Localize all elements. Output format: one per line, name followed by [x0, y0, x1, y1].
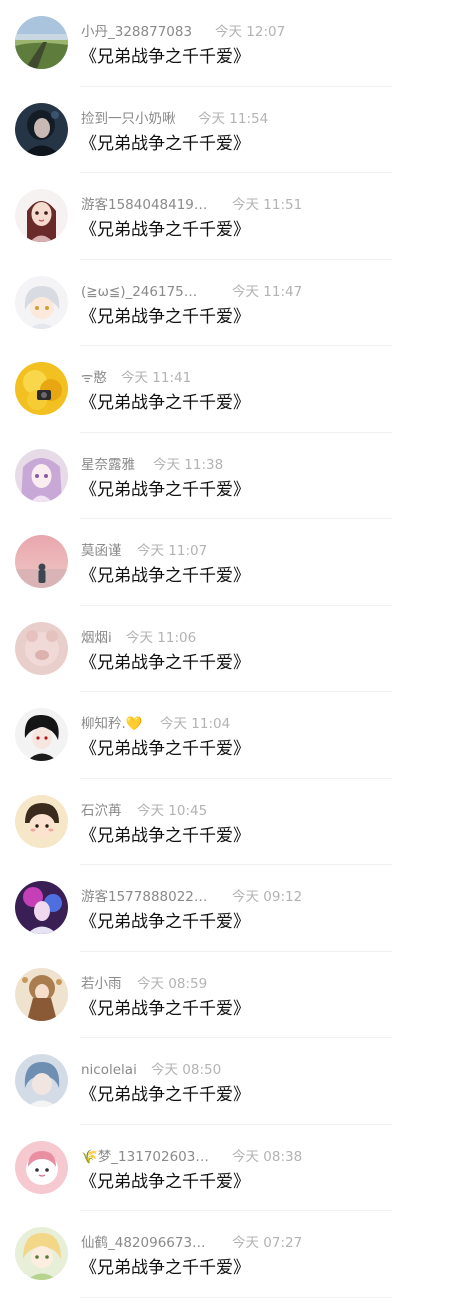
timestamp: 今天 12:07: [215, 24, 286, 40]
avatar[interactable]: [15, 967, 68, 1021]
avatar[interactable]: [15, 1140, 68, 1194]
avatar[interactable]: [15, 708, 68, 761]
comment-meta: 莫函谨 今天 11:07: [81, 541, 311, 561]
timestamp: 今天 08:38: [232, 1148, 303, 1165]
avatar[interactable]: [15, 16, 68, 69]
comment-text: 《兄弟战争之千千爱》: [80, 306, 250, 327]
list-item[interactable]: 莫函谨 今天 11:07 《兄弟战争之千千爱》: [0, 519, 462, 606]
timestamp: 今天 11:47: [232, 283, 303, 300]
comment-meta: 若小雨 今天 08:59: [81, 974, 311, 994]
username[interactable]: ᯤ憨: [81, 368, 107, 388]
username[interactable]: 小丹_328877083: [81, 22, 192, 42]
avatar[interactable]: [15, 881, 68, 934]
timestamp: 今天 11:06: [126, 629, 197, 646]
username[interactable]: (≧ω≦)_246175…: [81, 282, 197, 302]
list-item[interactable]: 游客1577888022… 今天 09:12 《兄弟战争之千千爱》: [0, 865, 462, 952]
username[interactable]: 捡到一只小奶啾: [81, 109, 176, 129]
comment-meta: 🌾梦_131702603… 今天 08:38: [81, 1147, 311, 1167]
list-item[interactable]: 捡到一只小奶啾 今天 11:54 《兄弟战争之千千爱》: [0, 87, 462, 174]
list-item[interactable]: (≧ω≦)_246175… 今天 11:47 《兄弟战争之千千爱》: [0, 260, 462, 347]
comment-text: 《兄弟战争之千千爱》: [80, 566, 250, 586]
avatar[interactable]: [15, 189, 68, 242]
avatar[interactable]: [15, 1227, 68, 1280]
username[interactable]: nicolelai: [81, 1060, 137, 1080]
comment-meta: 小丹_328877083 今天 12:07: [81, 22, 311, 42]
comment-text: 《兄弟战争之千千爱》: [80, 133, 250, 154]
username[interactable]: 仙鹤_482096673…: [81, 1233, 206, 1253]
comment-text: 《兄弟战争之千千爱》: [80, 1258, 250, 1278]
comment-text: 《兄弟战争之千千爱》: [80, 998, 250, 1019]
comment-meta: (≧ω≦)_246175… 今天 11:47: [81, 282, 311, 302]
comment-meta: ᯤ憨 今天 11:41: [81, 368, 311, 388]
timestamp: 今天 11:07: [137, 543, 208, 559]
avatar[interactable]: [15, 621, 68, 675]
username[interactable]: 烟烟i: [81, 628, 112, 648]
comment-meta: 游客1584048419… 今天 11:51: [81, 195, 311, 215]
comment-text: 《兄弟战争之千千爱》: [80, 393, 250, 413]
username[interactable]: 柳知矜.💛: [81, 714, 143, 734]
username[interactable]: 游客1584048419…: [81, 195, 207, 215]
avatar[interactable]: [15, 794, 68, 848]
list-item[interactable]: 星奈露雅 今天 11:38 《兄弟战争之千千爱》: [0, 433, 462, 520]
comment-meta: 捡到一只小奶啾 今天 11:54: [81, 109, 311, 129]
username[interactable]: 莫函谨: [81, 541, 122, 561]
username[interactable]: 若小雨: [81, 974, 122, 994]
comment-meta: 柳知矜.💛 今天 11:04: [81, 714, 311, 734]
comment-text: 《兄弟战争之千千爱》: [80, 220, 250, 240]
comment-text: 《兄弟战争之千千爱》: [80, 1171, 250, 1192]
avatar[interactable]: [15, 535, 68, 588]
timestamp: 今天 09:12: [232, 889, 303, 905]
avatar[interactable]: [15, 362, 68, 415]
comment-text: 《兄弟战争之千千爱》: [80, 739, 250, 759]
comment-meta: 石泬苒 今天 10:45: [81, 801, 311, 821]
comment-text: 《兄弟战争之千千爱》: [80, 479, 250, 500]
avatar[interactable]: [15, 1054, 68, 1107]
timestamp: 今天 11:54: [198, 110, 269, 127]
comment-text: 《兄弟战争之千千爱》: [80, 825, 250, 846]
list-item[interactable]: 游客1584048419… 今天 11:51 《兄弟战争之千千爱》: [0, 173, 462, 260]
avatar[interactable]: [15, 102, 68, 156]
timestamp: 今天 08:59: [137, 975, 208, 992]
comment-meta: 烟烟i 今天 11:06: [81, 628, 311, 648]
username[interactable]: 游客1577888022…: [81, 887, 207, 907]
list-item[interactable]: nicolelai 今天 08:50 《兄弟战争之千千爱》: [0, 1038, 462, 1125]
list-item[interactable]: 仙鹤_482096673… 今天 07:27 《兄弟战争之千千爱》: [0, 1211, 462, 1298]
timestamp: 今天 11:41: [121, 370, 192, 386]
comment-text: 《兄弟战争之千千爱》: [80, 47, 250, 67]
list-item[interactable]: ᯤ憨 今天 11:41 《兄弟战争之千千爱》: [0, 346, 462, 433]
avatar[interactable]: [15, 275, 68, 329]
list-item[interactable]: 柳知矜.💛 今天 11:04 《兄弟战争之千千爱》: [0, 692, 462, 779]
username[interactable]: 石泬苒: [81, 801, 122, 821]
timestamp: 今天 07:27: [232, 1235, 303, 1251]
list-item[interactable]: 石泬苒 今天 10:45 《兄弟战争之千千爱》: [0, 779, 462, 866]
timestamp: 今天 11:51: [232, 197, 303, 213]
timestamp: 今天 11:38: [153, 456, 224, 473]
comment-meta: 游客1577888022… 今天 09:12: [81, 887, 311, 907]
list-item[interactable]: 若小雨 今天 08:59 《兄弟战争之千千爱》: [0, 952, 462, 1039]
comment-text: 《兄弟战争之千千爱》: [80, 912, 250, 932]
username[interactable]: 星奈露雅: [81, 455, 135, 475]
list-item[interactable]: 🌾梦_131702603… 今天 08:38 《兄弟战争之千千爱》: [0, 1125, 462, 1212]
timestamp: 今天 11:04: [160, 716, 231, 732]
comment-text: 《兄弟战争之千千爱》: [80, 1085, 250, 1105]
comment-text: 《兄弟战争之千千爱》: [80, 652, 250, 673]
comment-meta: nicolelai 今天 08:50: [81, 1060, 311, 1080]
comment-meta: 仙鹤_482096673… 今天 07:27: [81, 1233, 311, 1253]
timestamp: 今天 10:45: [137, 802, 208, 819]
avatar[interactable]: [15, 448, 68, 502]
comment-list: 小丹_328877083 今天 12:07 《兄弟战争之千千爱》 捡到一只小奶啾…: [0, 0, 462, 1298]
timestamp: 今天 08:50: [151, 1062, 222, 1078]
comment-meta: 星奈露雅 今天 11:38: [81, 455, 311, 475]
list-item[interactable]: 小丹_328877083 今天 12:07 《兄弟战争之千千爱》: [0, 0, 462, 87]
username[interactable]: 🌾梦_131702603…: [81, 1147, 209, 1167]
list-item[interactable]: 烟烟i 今天 11:06 《兄弟战争之千千爱》: [0, 606, 462, 693]
